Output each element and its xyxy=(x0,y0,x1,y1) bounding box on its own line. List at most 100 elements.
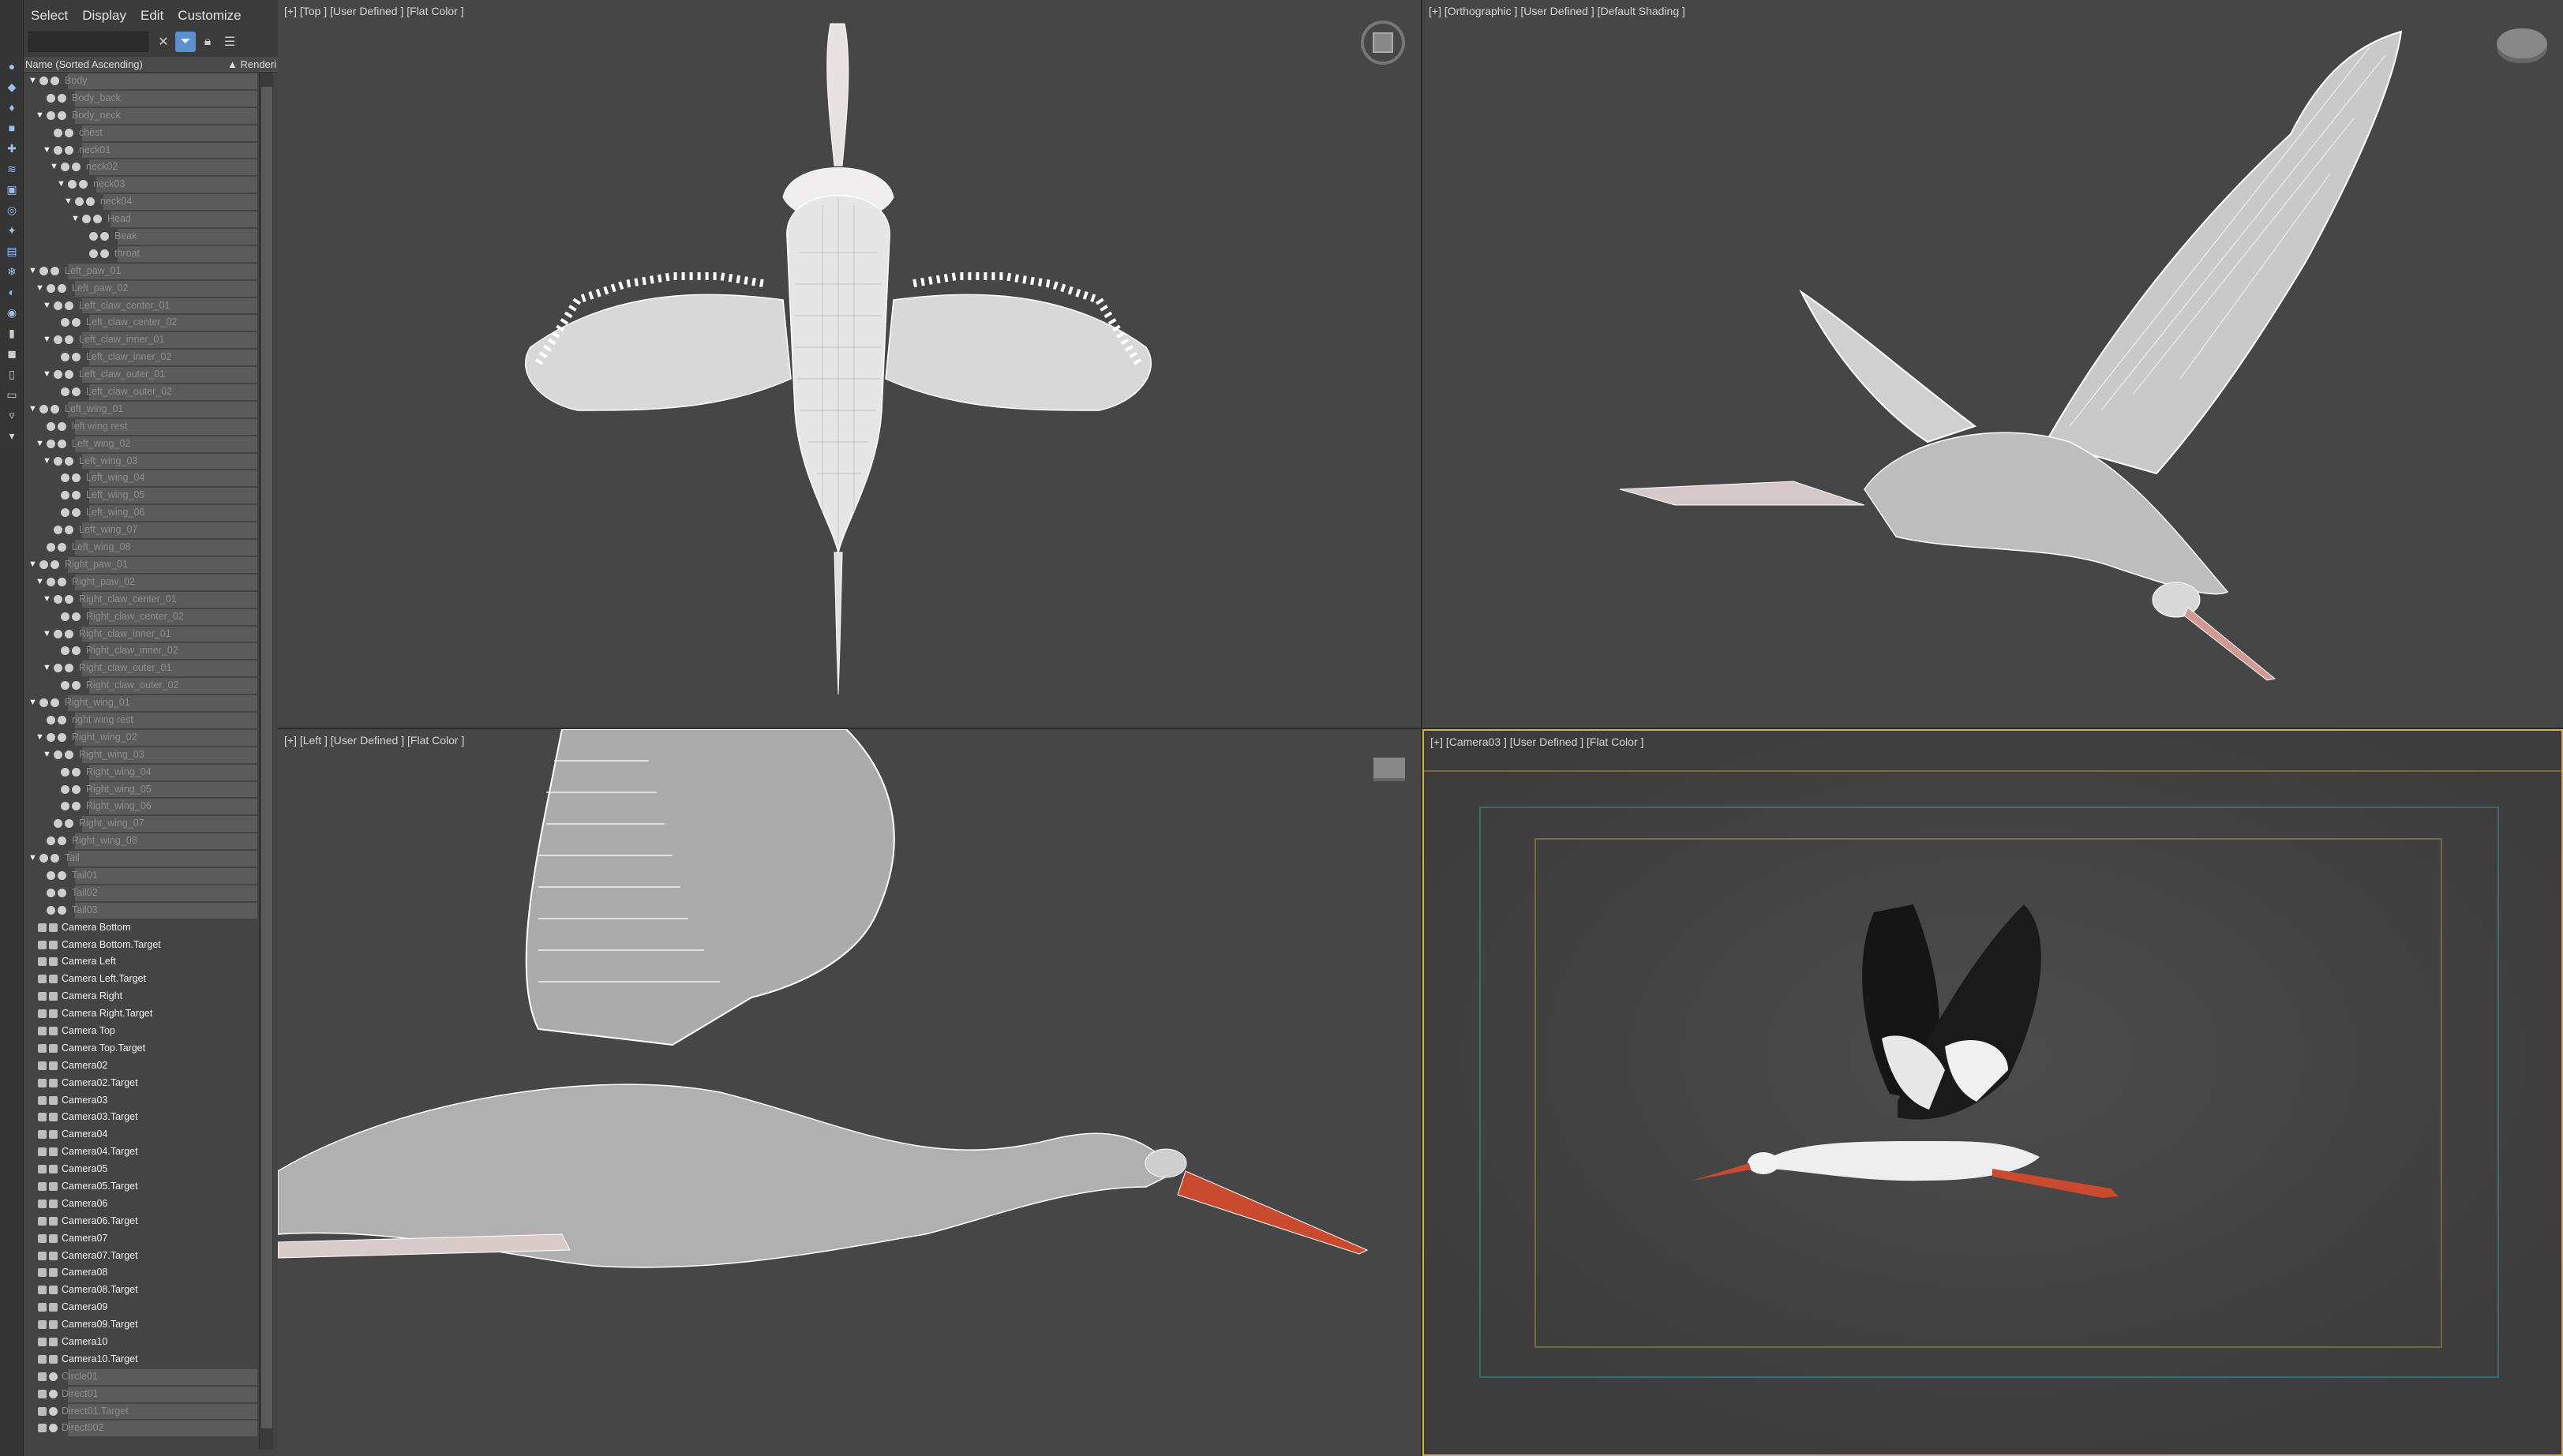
visibility-eye-icon[interactable] xyxy=(38,1286,47,1295)
tree-row[interactable]: Camera Left.Target xyxy=(24,971,257,988)
tree-row[interactable]: Right_wing_07 xyxy=(24,815,257,833)
layer-stack-icon[interactable] xyxy=(38,1424,47,1433)
tree-row[interactable]: Left_wing_06 xyxy=(24,504,257,522)
tree-row[interactable]: ▼ Left_claw_inner_01 xyxy=(24,331,257,349)
layer-stack-icon[interactable] xyxy=(61,473,69,483)
tree-row[interactable]: Right_claw_inner_02 xyxy=(24,642,257,660)
tree-row[interactable]: Camera05 xyxy=(24,1161,257,1178)
expand-arrow-icon[interactable]: ▼ xyxy=(57,176,66,193)
layer-stack-icon[interactable] xyxy=(47,93,55,103)
expand-arrow-icon[interactable]: ▼ xyxy=(50,159,58,176)
tree-row[interactable]: Camera03 xyxy=(24,1092,257,1110)
visibility-eye-icon[interactable] xyxy=(38,1043,47,1053)
tree-row[interactable]: Tail02 xyxy=(24,885,257,902)
tree-row[interactable]: Camera02.Target xyxy=(24,1075,257,1092)
layer-stack-icon[interactable] xyxy=(61,318,69,328)
layer-stack-icon[interactable] xyxy=(61,784,69,794)
menu-display[interactable]: Display xyxy=(75,8,133,24)
expand-arrow-icon[interactable]: ▼ xyxy=(28,263,37,280)
layer-stack-icon[interactable] xyxy=(54,819,62,829)
tree-row[interactable]: Body_back xyxy=(24,90,257,107)
visibility-eye-icon[interactable] xyxy=(38,1303,47,1312)
explorer-scrollbar[interactable] xyxy=(259,73,273,1450)
visibility-eye-icon[interactable] xyxy=(38,1113,47,1122)
expand-arrow-icon[interactable]: ▼ xyxy=(28,850,37,867)
viewport-camera[interactable]: [+] [Camera03 ] [User Defined ] [Flat Co… xyxy=(1422,729,2563,1456)
display-filter-icon[interactable]: ▿ xyxy=(3,407,21,423)
layer-stack-icon[interactable] xyxy=(47,577,55,586)
expand-arrow-icon[interactable]: ▼ xyxy=(28,694,37,712)
expand-arrow-icon[interactable]: ▼ xyxy=(43,453,51,470)
tree-row[interactable]: Camera02 xyxy=(24,1057,257,1075)
layer-stack-icon[interactable] xyxy=(39,404,48,414)
tree-row[interactable]: ▼ neck02 xyxy=(24,159,257,176)
layer-stack-icon[interactable] xyxy=(61,612,69,621)
display-containers-icon[interactable]: ▤ xyxy=(3,243,21,259)
tree-row[interactable]: ▼ Right_claw_inner_01 xyxy=(24,626,257,643)
display-influences-icon[interactable]: ▭ xyxy=(3,387,21,402)
viewport-separator-horizontal[interactable] xyxy=(278,728,2563,729)
layer-stack-icon[interactable] xyxy=(39,560,48,569)
display-geometry-icon[interactable]: ● xyxy=(3,58,21,74)
display-groups-icon[interactable]: ▣ xyxy=(3,182,21,197)
tree-row[interactable]: Circle01 xyxy=(24,1368,257,1386)
tree-row[interactable]: ▼ Body xyxy=(24,73,257,90)
layer-stack-icon[interactable] xyxy=(39,77,48,85)
layer-stack-icon[interactable] xyxy=(54,301,62,310)
view-cube-icon[interactable] xyxy=(1361,21,1405,65)
expand-arrow-icon[interactable]: ▼ xyxy=(36,280,44,298)
viewport-top-label[interactable]: [+] [Top ] [User Defined ] [Flat Color ] xyxy=(284,5,464,17)
layer-stack-icon[interactable] xyxy=(47,870,55,880)
tree-row[interactable]: ▼ neck04 xyxy=(24,193,257,211)
layer-stack-icon[interactable] xyxy=(54,128,62,137)
layer-stack-icon[interactable] xyxy=(61,508,69,518)
visibility-eye-icon[interactable] xyxy=(38,1233,47,1243)
tree-row[interactable]: Left_wing_04 xyxy=(24,470,257,487)
tree-row[interactable]: ▼ neck03 xyxy=(24,176,257,193)
layer-stack-icon[interactable] xyxy=(82,215,91,224)
expand-arrow-icon[interactable]: ▼ xyxy=(43,626,51,643)
tree-row[interactable]: Camera Top.Target xyxy=(24,1040,257,1057)
visibility-eye-icon[interactable] xyxy=(38,1216,47,1226)
visibility-eye-icon[interactable] xyxy=(38,1165,47,1174)
view-cube-icon[interactable] xyxy=(1373,758,1405,781)
viewport-camera-label[interactable]: [+] [Camera03 ] [User Defined ] [Flat Co… xyxy=(1430,735,1643,748)
tree-row[interactable]: throat xyxy=(24,245,257,263)
tree-row[interactable]: left wing rest xyxy=(24,418,257,436)
tree-row[interactable]: Camera06 xyxy=(24,1196,257,1213)
display-spacewarps-icon[interactable]: ≋ xyxy=(3,161,21,177)
layer-stack-icon[interactable] xyxy=(47,888,55,897)
display-frozen-icon[interactable]: ❄ xyxy=(3,264,21,279)
tree-row[interactable]: Direct01 xyxy=(24,1386,257,1403)
expand-arrow-icon[interactable]: ▼ xyxy=(28,73,37,90)
visibility-eye-icon[interactable] xyxy=(38,1182,47,1191)
tree-row[interactable]: Tail03 xyxy=(24,902,257,919)
tree-row[interactable]: ▼ Left_wing_02 xyxy=(24,436,257,453)
visibility-eye-icon[interactable] xyxy=(38,1338,47,1347)
tree-row[interactable]: chest xyxy=(24,125,257,142)
tree-row[interactable]: Left_claw_outer_02 xyxy=(24,384,257,401)
layer-stack-icon[interactable] xyxy=(47,715,55,724)
visibility-eye-icon[interactable] xyxy=(38,1009,47,1019)
layer-stack-icon[interactable] xyxy=(61,387,69,397)
layer-stack-icon[interactable] xyxy=(89,249,98,258)
layer-stack-icon[interactable] xyxy=(54,664,62,673)
tree-row[interactable]: Left_wing_05 xyxy=(24,487,257,504)
display-lights-icon[interactable]: ♦ xyxy=(3,99,21,115)
tree-row[interactable]: ▼ Left_claw_outer_01 xyxy=(24,366,257,384)
tree-row[interactable]: Camera Top xyxy=(24,1023,257,1040)
tree-row[interactable]: Camera07 xyxy=(24,1230,257,1248)
viewport-orthographic-label[interactable]: [+] [Orthographic ] [User Defined ] [Def… xyxy=(1429,5,1685,17)
visibility-eye-icon[interactable] xyxy=(38,1095,47,1105)
viewport-left-label[interactable]: [+] [Left ] [User Defined ] [Flat Color … xyxy=(284,734,464,747)
tree-row[interactable]: Direct002 xyxy=(24,1420,257,1437)
layer-stack-icon[interactable] xyxy=(47,837,55,846)
layer-stack-icon[interactable] xyxy=(38,1406,47,1416)
expand-arrow-icon[interactable]: ▼ xyxy=(36,107,44,125)
tree-row[interactable]: ▼ Right_wing_01 xyxy=(24,694,257,712)
tree-row[interactable]: Camera04 xyxy=(24,1126,257,1143)
viewport-top[interactable]: [+] [Top ] [User Defined ] [Flat Color ] xyxy=(278,0,1421,728)
layer-stack-icon[interactable] xyxy=(68,180,77,189)
column-name-header[interactable]: Name (Sorted Ascending) xyxy=(25,58,143,70)
tree-row[interactable]: right wing rest xyxy=(24,712,257,729)
